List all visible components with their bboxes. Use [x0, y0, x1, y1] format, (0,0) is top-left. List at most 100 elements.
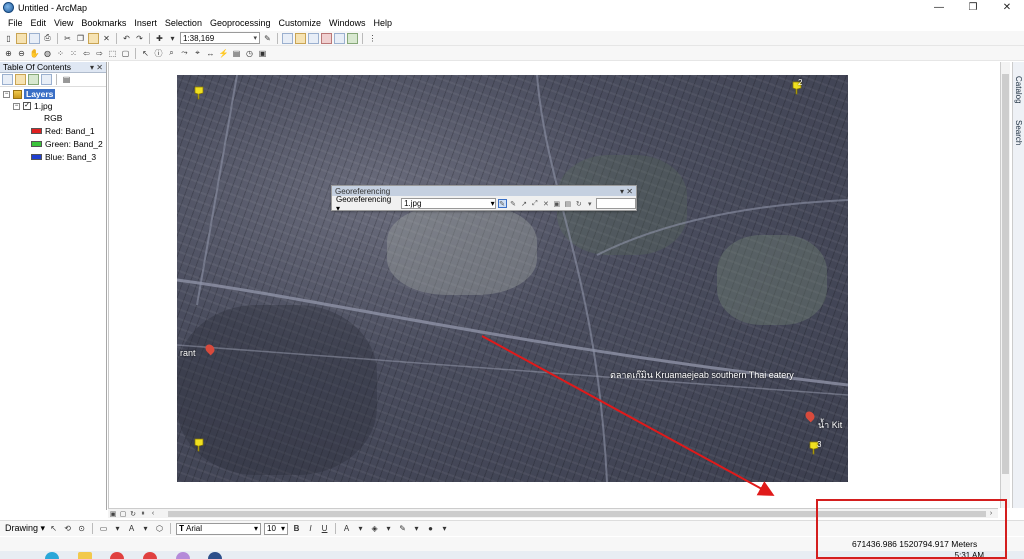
- font-size-select[interactable]: 10 ▾: [264, 522, 289, 535]
- collapse-icon[interactable]: −: [3, 90, 10, 98]
- data-view-icon[interactable]: ▢: [118, 510, 128, 518]
- menu-help[interactable]: Help: [370, 18, 397, 28]
- maximize-button[interactable]: ❐: [956, 0, 990, 15]
- menu-edit[interactable]: Edit: [27, 18, 51, 28]
- toc-pin-close-icons[interactable]: ▾ ✕: [90, 63, 103, 72]
- toolbar-options-icon[interactable]: ⋮: [367, 33, 378, 44]
- refresh-icon[interactable]: ↻: [128, 510, 138, 518]
- font-family-select[interactable]: 𝐓 Arial ▾: [176, 522, 262, 535]
- georeferencing-menu-button[interactable]: Georeferencing ▾: [334, 195, 399, 213]
- list-by-visibility-icon[interactable]: [28, 74, 39, 85]
- chevron-down-icon[interactable]: ▾: [439, 523, 450, 534]
- add-data-icon[interactable]: ✚: [154, 33, 165, 44]
- hyperlink-icon[interactable]: ⚡: [218, 48, 229, 59]
- satellite-image-layer[interactable]: [177, 75, 848, 482]
- layer-name[interactable]: 1.jpg: [34, 101, 52, 111]
- viewer-icon[interactable]: ▣: [552, 199, 561, 208]
- fixed-zoom-in-icon[interactable]: ⁘: [55, 48, 66, 59]
- dataframe-label[interactable]: Layers: [24, 89, 56, 99]
- pan-icon[interactable]: ✋: [29, 48, 40, 59]
- open-icon[interactable]: [16, 32, 27, 44]
- chevron-down-icon[interactable]: ▾: [585, 199, 594, 208]
- html-popup-icon[interactable]: ▤: [231, 48, 242, 59]
- bold-button[interactable]: B: [291, 523, 302, 534]
- save-icon[interactable]: [29, 32, 40, 44]
- menu-file[interactable]: File: [4, 18, 27, 28]
- table-of-contents-icon[interactable]: [282, 32, 293, 44]
- find-icon[interactable]: ⌕: [166, 48, 177, 59]
- python-window-icon[interactable]: [334, 32, 345, 44]
- line-color-icon[interactable]: ✎: [397, 523, 408, 534]
- fill-color-icon[interactable]: ◈: [369, 523, 380, 534]
- list-by-source-icon[interactable]: [15, 74, 26, 85]
- control-point-pin-icon[interactable]: [193, 438, 205, 452]
- add-control-points-icon[interactable]: ✎: [497, 199, 507, 208]
- chevron-down-icon[interactable]: ▾: [355, 523, 366, 534]
- paste-icon[interactable]: [88, 32, 99, 44]
- georeferencing-layer-select[interactable]: 1.jpg ▾: [401, 198, 496, 209]
- delete-icon[interactable]: ✕: [101, 33, 112, 44]
- select-features-icon[interactable]: ⬚: [107, 48, 118, 59]
- menu-insert[interactable]: Insert: [130, 18, 161, 28]
- back-extent-icon[interactable]: ⇦: [81, 48, 92, 59]
- menu-customize[interactable]: Customize: [275, 18, 326, 28]
- drawing-menu-button[interactable]: Drawing ▾: [5, 523, 45, 534]
- copy-icon[interactable]: ❐: [75, 33, 86, 44]
- toc-layer-row[interactable]: − ✓ 1.jpg: [13, 101, 52, 111]
- collapse-icon[interactable]: −: [13, 102, 20, 110]
- map-scale-combo[interactable]: 1:38,169 ▾: [180, 32, 260, 44]
- edge-icon[interactable]: [45, 552, 59, 559]
- menu-bookmarks[interactable]: Bookmarks: [77, 18, 130, 28]
- chevron-down-icon[interactable]: ▾: [112, 523, 123, 534]
- select-elements-icon[interactable]: ↖: [140, 48, 151, 59]
- edit-vertices-icon[interactable]: ⬡: [154, 523, 165, 534]
- menu-geoprocessing[interactable]: Geoprocessing: [206, 18, 275, 28]
- search-tab[interactable]: Search: [1014, 120, 1023, 145]
- file-explorer-icon[interactable]: [78, 552, 92, 559]
- add-control-points-auto-icon[interactable]: ✎: [509, 199, 518, 208]
- zoom-in-icon[interactable]: ⊕: [3, 48, 14, 59]
- rectangle-icon[interactable]: ▭: [98, 523, 109, 534]
- zoom-to-link-icon[interactable]: ⤢: [530, 199, 539, 208]
- italic-button[interactable]: I: [305, 523, 316, 534]
- find-route-icon[interactable]: ⤳: [179, 48, 190, 59]
- list-by-selection-icon[interactable]: [41, 74, 52, 85]
- select-elements-icon[interactable]: ↖: [48, 523, 59, 534]
- view-link-table-icon[interactable]: ▤: [563, 199, 572, 208]
- identify-icon[interactable]: ⓘ: [153, 48, 164, 59]
- menu-windows[interactable]: Windows: [325, 18, 370, 28]
- arcmap-taskbar-icon[interactable]: [208, 552, 222, 559]
- print-icon[interactable]: ⎙: [42, 33, 53, 44]
- go-to-xy-icon[interactable]: ⌖: [192, 48, 203, 59]
- scroll-left-icon[interactable]: ‹: [148, 510, 158, 517]
- forward-extent-icon[interactable]: ⇨: [94, 48, 105, 59]
- minimize-button[interactable]: —: [922, 0, 956, 15]
- delete-link-icon[interactable]: ✕: [541, 199, 550, 208]
- menu-selection[interactable]: Selection: [161, 18, 206, 28]
- font-color-icon[interactable]: A: [341, 523, 352, 534]
- chevron-down-icon[interactable]: ▾: [411, 523, 422, 534]
- zoom-to-elements-icon[interactable]: ⊙: [76, 523, 87, 534]
- clear-selection-icon[interactable]: ▢: [120, 48, 131, 59]
- chevron-down-icon[interactable]: ▾: [383, 523, 394, 534]
- measure-icon[interactable]: ↔: [205, 48, 216, 59]
- full-extent-icon[interactable]: ◍: [42, 48, 53, 59]
- zoom-out-icon[interactable]: ⊖: [16, 48, 27, 59]
- vertical-scrollbar[interactable]: [1000, 62, 1010, 508]
- pause-drawing-icon[interactable]: ⏸: [138, 510, 148, 518]
- menu-view[interactable]: View: [50, 18, 77, 28]
- layout-view-icon[interactable]: ▣: [108, 510, 118, 518]
- modelbuilder-icon[interactable]: [347, 32, 358, 44]
- viewer-window-icon[interactable]: ▣: [257, 48, 268, 59]
- text-icon[interactable]: A: [126, 523, 137, 534]
- vertical-scroll-thumb[interactable]: [1002, 74, 1009, 474]
- editor-toolbar-icon[interactable]: ✎: [262, 33, 273, 44]
- cut-icon[interactable]: ✂: [62, 33, 73, 44]
- chevron-down-icon[interactable]: ▾: [140, 523, 151, 534]
- select-link-icon[interactable]: ↗: [520, 199, 529, 208]
- dropdown-arrow-icon[interactable]: ▾: [167, 33, 178, 44]
- close-button[interactable]: ✕: [990, 0, 1024, 15]
- time-slider-icon[interactable]: ◷: [244, 48, 255, 59]
- catalog-tab[interactable]: Catalog: [1014, 76, 1023, 104]
- fixed-zoom-out-icon[interactable]: ⁙: [68, 48, 79, 59]
